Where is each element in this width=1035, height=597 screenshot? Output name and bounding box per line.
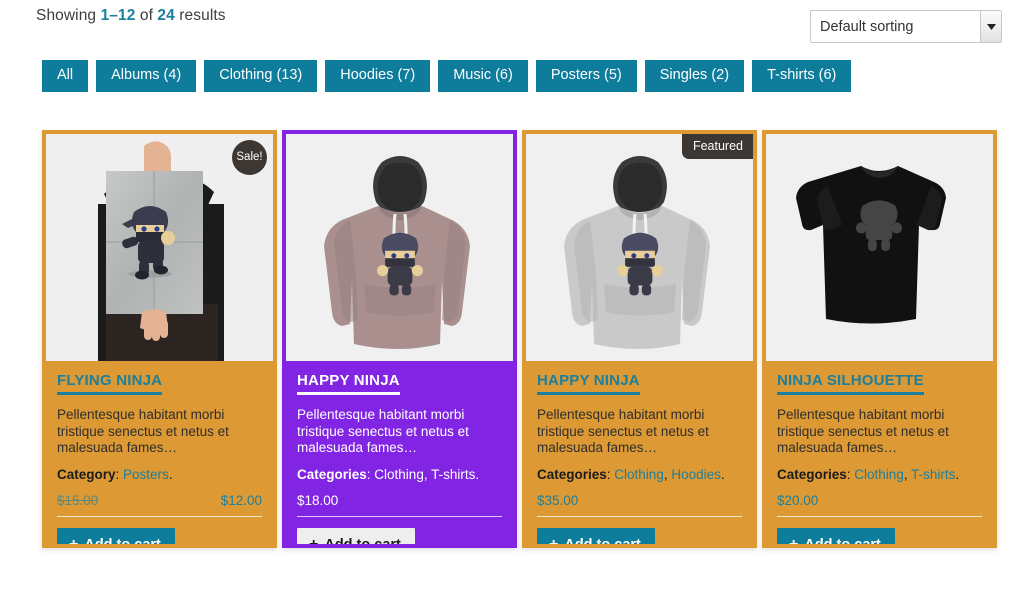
product-price: $15.00 $12.00 — [57, 493, 262, 517]
product-details: Happy Ninja Pellentesque habitant morbi t… — [526, 361, 753, 548]
category-link[interactable]: T-shirts — [431, 467, 475, 482]
filter-tab-hoodies[interactable]: Hoodies (7) — [325, 60, 431, 92]
product-image[interactable]: Sale! — [46, 134, 273, 361]
product-card: Featured Happy Ninja Pellentesque habitant… — [522, 130, 757, 548]
filter-tab-music[interactable]: Music (6) — [438, 60, 528, 92]
filter-tab-posters[interactable]: Posters (5) — [535, 60, 637, 92]
add-to-cart-label: Add to cart — [84, 536, 161, 548]
sorting-select[interactable]: Default sorting — [810, 10, 1002, 43]
chevron-down-icon[interactable] — [980, 11, 1001, 42]
price-current: $35.00 — [537, 492, 579, 508]
archive-header: Showing 1–12 of 24 results Default sorti… — [0, 0, 1035, 50]
product-description: Pellentesque habitant morbi tristique se… — [777, 407, 949, 455]
plus-icon: + — [549, 535, 559, 548]
product-card: Sale! Flying Ninja Pellentesque habitant m… — [42, 130, 277, 548]
product-description: Pellentesque habitant morbi tristique se… — [297, 407, 469, 455]
product-description: Pellentesque habitant morbi tristique se… — [537, 407, 709, 455]
price-original: $15.00 — [57, 492, 99, 508]
add-to-cart-label: Add to cart — [564, 536, 641, 548]
product-details: Flying Ninja Pellentesque habitant morbi … — [46, 361, 273, 548]
filter-tab-all[interactable]: All — [42, 60, 89, 92]
plus-icon: + — [789, 535, 799, 548]
category-label: Categories — [537, 466, 607, 482]
plus-icon: + — [69, 535, 79, 548]
product-title-link[interactable]: Ninja Silhouette — [777, 372, 924, 395]
category-label: Categories — [297, 466, 367, 482]
plus-icon: + — [309, 535, 319, 548]
product-details: Happy Ninja Pellentesque habitant morbi t… — [286, 361, 513, 548]
product-card: Happy Ninja Pellentesque habitant morbi t… — [282, 130, 517, 548]
product-title-link[interactable]: Flying Ninja — [57, 372, 163, 395]
category-link[interactable]: Clothing — [854, 467, 904, 482]
category-label: Categories — [777, 466, 847, 482]
result-count: Showing 1–12 of 24 results — [36, 7, 226, 25]
product-categories: Categories: Clothing, T-shirts. — [297, 466, 480, 482]
category-filter-tabs: All Albums (4) Clothing (13) Hoodies (7) Mus… — [42, 60, 852, 92]
product-title-link[interactable]: Happy Ninja — [537, 372, 640, 395]
filter-tab-tshirts[interactable]: T-shirts (6) — [752, 60, 852, 92]
product-details: Ninja Silhouette Pellentesque habitant mo… — [766, 361, 993, 548]
product-grid: Sale! Flying Ninja Pellentesque habitant m… — [42, 130, 997, 548]
product-categories: Categories: Clothing, Hoodies. — [537, 466, 725, 482]
result-count-suffix: results — [174, 7, 226, 24]
product-price: $20.00 — [777, 493, 982, 517]
category-link[interactable]: Clothing — [614, 467, 664, 482]
price-current: $20.00 — [777, 492, 819, 508]
product-image[interactable] — [766, 134, 993, 361]
add-to-cart-label: Add to cart — [324, 536, 401, 548]
featured-badge: Featured — [681, 134, 753, 159]
product-price: $35.00 — [537, 493, 742, 517]
product-card: Ninja Silhouette Pellentesque habitant mo… — [762, 130, 997, 548]
add-to-cart-button[interactable]: + Add to cart — [777, 527, 895, 548]
result-count-total: 24 — [157, 7, 175, 24]
product-description: Pellentesque habitant morbi tristique se… — [57, 407, 229, 455]
filter-tab-singles[interactable]: Singles (2) — [644, 60, 745, 92]
category-label: Category — [57, 466, 116, 482]
product-archive-page: Showing 1–12 of 24 results Default sorti… — [0, 0, 1035, 597]
product-price: $18.00 — [297, 493, 502, 517]
product-categories: Categories: Clothing, T-shirts. — [777, 466, 960, 482]
add-to-cart-label: Add to cart — [804, 536, 881, 548]
result-count-mid: of — [135, 7, 158, 24]
sale-badge: Sale! — [232, 140, 267, 175]
sorting-selected-value: Default sorting — [820, 18, 914, 35]
category-link[interactable]: Clothing — [374, 467, 424, 482]
category-link[interactable]: Hoodies — [671, 467, 721, 482]
add-to-cart-button[interactable]: + Add to cart — [537, 527, 655, 548]
add-to-cart-button[interactable]: + Add to cart — [297, 527, 415, 548]
add-to-cart-button[interactable]: + Add to cart — [57, 527, 175, 548]
filter-tab-albums[interactable]: Albums (4) — [96, 60, 197, 92]
product-image[interactable]: Featured — [526, 134, 753, 361]
price-current: $18.00 — [297, 492, 339, 508]
result-count-prefix: Showing — [36, 7, 101, 24]
product-title-link[interactable]: Happy Ninja — [297, 372, 400, 395]
category-link[interactable]: Posters — [123, 467, 169, 482]
price-sale: $12.00 — [220, 492, 262, 508]
product-image[interactable] — [286, 134, 513, 361]
filter-tab-clothing[interactable]: Clothing (13) — [204, 60, 318, 92]
product-categories: Category: Posters. — [57, 466, 173, 482]
category-link[interactable]: T-shirts — [911, 467, 955, 482]
result-count-range: 1–12 — [100, 7, 136, 24]
